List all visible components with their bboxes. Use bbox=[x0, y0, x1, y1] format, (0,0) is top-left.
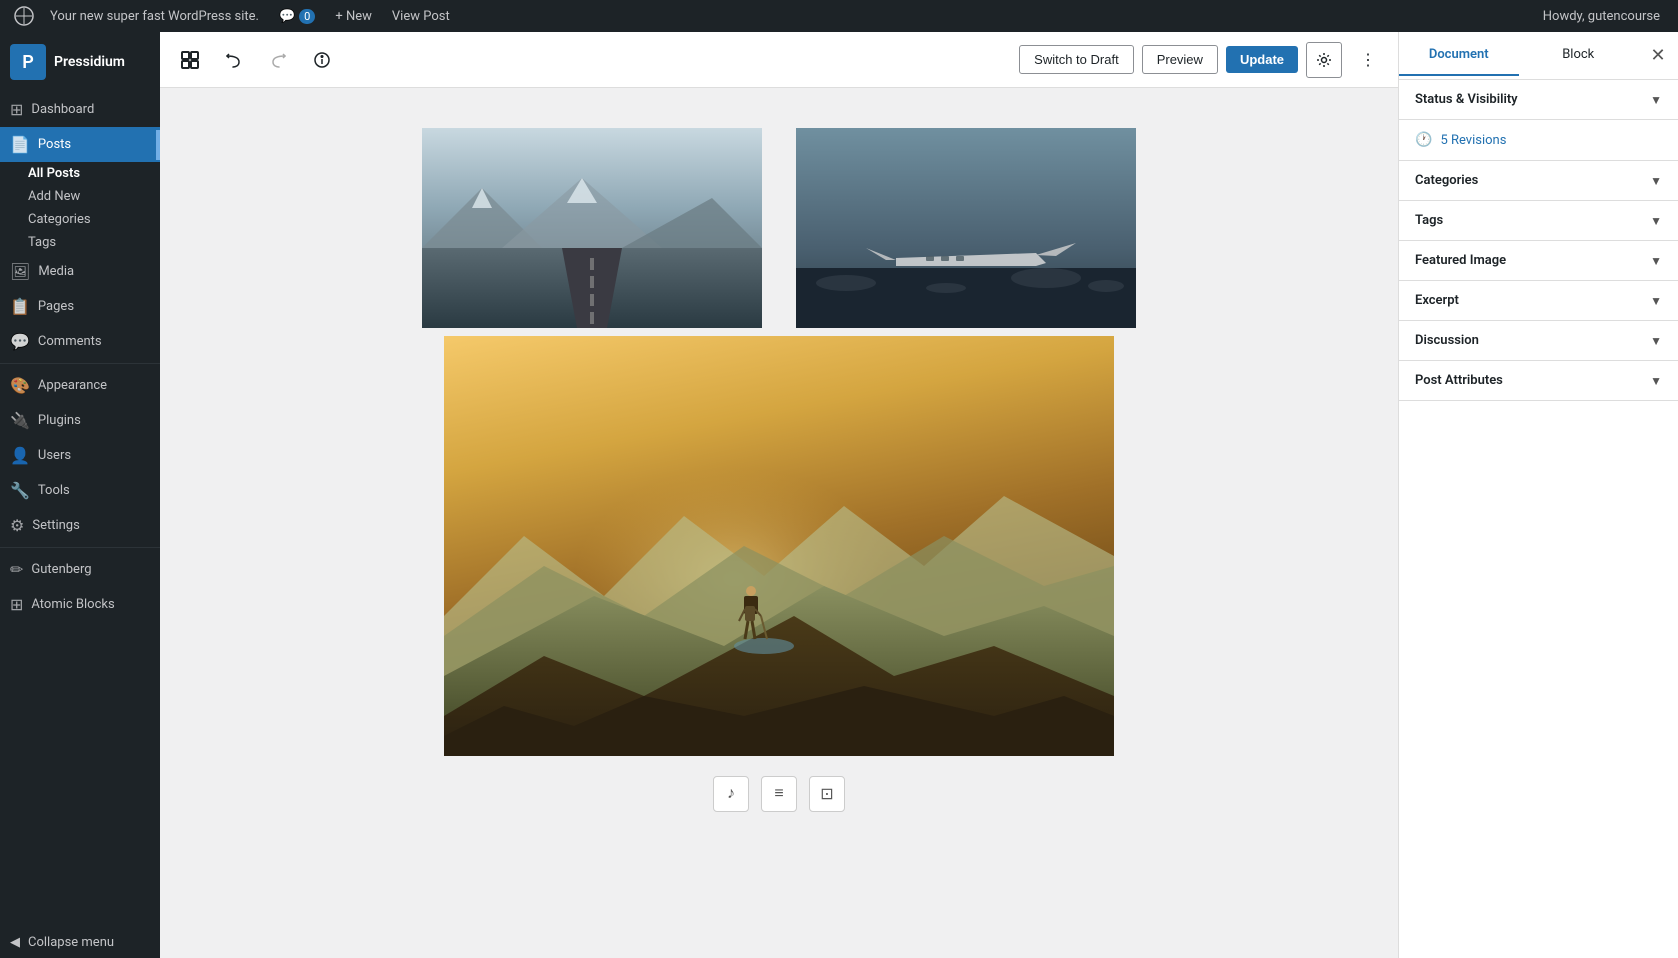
undo-button[interactable] bbox=[216, 42, 252, 78]
preview-button[interactable]: Preview bbox=[1142, 45, 1218, 74]
sidebar-sub-categories[interactable]: Categories bbox=[0, 208, 160, 231]
chevron-down-icon-6: ▼ bbox=[1650, 334, 1662, 348]
sidebar-item-pages[interactable]: 📋 Pages bbox=[0, 289, 160, 324]
gallery-image-plane bbox=[783, 128, 1149, 328]
tags-header[interactable]: Tags ▼ bbox=[1399, 201, 1678, 240]
revisions-link[interactable]: 🕐 5 Revisions bbox=[1399, 120, 1678, 160]
admin-bar-comments[interactable]: 💬 0 bbox=[269, 0, 325, 32]
atomic-blocks-icon: ⊞ bbox=[10, 595, 23, 614]
sidebar: P Pressidium ⊞ Dashboard 📄 Posts All Pos… bbox=[0, 32, 160, 958]
chevron-down-icon-2: ▼ bbox=[1650, 174, 1662, 188]
post-attributes-header[interactable]: Post Attributes ▼ bbox=[1399, 361, 1678, 400]
gallery-image-road bbox=[409, 128, 775, 328]
panel-section-discussion: Discussion ▼ bbox=[1399, 321, 1678, 361]
editor-content: ♪ ≡ ⊡ bbox=[160, 88, 1398, 958]
tab-document[interactable]: Document bbox=[1399, 35, 1519, 76]
panel-section-excerpt: Excerpt ▼ bbox=[1399, 281, 1678, 321]
editor-inner: ♪ ≡ ⊡ bbox=[409, 128, 1149, 918]
chevron-down-icon-5: ▼ bbox=[1650, 294, 1662, 308]
image-action-button[interactable]: ⊡ bbox=[809, 776, 845, 812]
sidebar-sub-tags[interactable]: Tags bbox=[0, 231, 160, 254]
excerpt-header[interactable]: Excerpt ▼ bbox=[1399, 281, 1678, 320]
admin-bar-new[interactable]: + New bbox=[325, 0, 382, 32]
panel-section-categories: Categories ▼ bbox=[1399, 161, 1678, 201]
right-panel-header: Document Block ✕ bbox=[1399, 32, 1678, 80]
admin-bar-howdy: Howdy, gutencourse bbox=[1533, 9, 1670, 24]
chevron-down-icon-4: ▼ bbox=[1650, 254, 1662, 268]
redo-button[interactable] bbox=[260, 42, 296, 78]
more-options-button[interactable]: ⋮ bbox=[1350, 42, 1386, 78]
info-button[interactable] bbox=[304, 42, 340, 78]
panel-section-post-attributes: Post Attributes ▼ bbox=[1399, 361, 1678, 401]
panel-section-status: Status & Visibility ▼ bbox=[1399, 80, 1678, 120]
status-visibility-header[interactable]: Status & Visibility ▼ bbox=[1399, 80, 1678, 119]
toolbar-right: Switch to Draft Preview Update ⋮ bbox=[1019, 42, 1386, 78]
sidebar-item-gutenberg[interactable]: ✏ Gutenberg bbox=[0, 552, 160, 587]
panel-close-button[interactable]: ✕ bbox=[1638, 36, 1678, 76]
gallery-row-top bbox=[409, 128, 1149, 328]
chevron-down-icon-3: ▼ bbox=[1650, 214, 1662, 228]
sidebar-separator-2 bbox=[0, 547, 160, 548]
editor-toolbar: Switch to Draft Preview Update ⋮ bbox=[160, 32, 1398, 88]
settings-icon: ⚙ bbox=[10, 516, 24, 535]
sidebar-item-users[interactable]: 👤 Users bbox=[0, 438, 160, 473]
sidebar-separator bbox=[0, 363, 160, 364]
add-block-button[interactable] bbox=[172, 42, 208, 78]
sidebar-item-atomic-blocks[interactable]: ⊞ Atomic Blocks bbox=[0, 587, 160, 622]
list-action-button[interactable]: ≡ bbox=[761, 776, 797, 812]
comments-icon: 💬 bbox=[10, 332, 30, 351]
sidebar-item-posts[interactable]: 📄 Posts bbox=[0, 127, 160, 162]
comment-icon: 💬 bbox=[279, 9, 295, 24]
panel-section-revisions: 🕐 5 Revisions bbox=[1399, 120, 1678, 161]
admin-bar-site[interactable]: Your new super fast WordPress site. bbox=[40, 0, 269, 32]
editor-area: Switch to Draft Preview Update ⋮ bbox=[160, 32, 1398, 958]
gutenberg-icon: ✏ bbox=[10, 560, 23, 579]
users-icon: 👤 bbox=[10, 446, 30, 465]
plugins-icon: 🔌 bbox=[10, 411, 30, 430]
pages-icon: 📋 bbox=[10, 297, 30, 316]
sidebar-item-plugins[interactable]: 🔌 Plugins bbox=[0, 403, 160, 438]
right-panel-body: Status & Visibility ▼ 🕐 5 Revisions Cate… bbox=[1399, 80, 1678, 958]
wordpress-logo[interactable] bbox=[8, 0, 40, 32]
sidebar-item-tools[interactable]: 🔧 Tools bbox=[0, 473, 160, 508]
panel-section-tags: Tags ▼ bbox=[1399, 201, 1678, 241]
dashboard-icon: ⊞ bbox=[10, 100, 23, 119]
featured-image-header[interactable]: Featured Image ▼ bbox=[1399, 241, 1678, 280]
panel-section-featured-image: Featured Image ▼ bbox=[1399, 241, 1678, 281]
gallery-actions: ♪ ≡ ⊡ bbox=[409, 776, 1149, 812]
audio-action-button[interactable]: ♪ bbox=[713, 776, 749, 812]
sidebar-item-dashboard[interactable]: ⊞ Dashboard bbox=[0, 92, 160, 127]
right-panel: Document Block ✕ Status & Visibility ▼ 🕐… bbox=[1398, 32, 1678, 958]
sidebar-brand: P Pressidium bbox=[0, 32, 160, 92]
sidebar-item-media[interactable]: 🖼 Media bbox=[0, 254, 160, 289]
sidebar-collapse[interactable]: ◀ Collapse menu bbox=[0, 927, 160, 958]
tools-icon: 🔧 bbox=[10, 481, 30, 500]
gallery-image-hiker bbox=[409, 336, 1149, 760]
appearance-icon: 🎨 bbox=[10, 376, 30, 395]
collapse-icon: ◀ bbox=[10, 935, 20, 950]
chevron-down-icon: ▼ bbox=[1650, 93, 1662, 107]
sidebar-item-comments[interactable]: 💬 Comments bbox=[0, 324, 160, 359]
sidebar-sub-add-new[interactable]: Add New bbox=[0, 185, 160, 208]
settings-button[interactable] bbox=[1306, 42, 1342, 78]
tab-block[interactable]: Block bbox=[1519, 35, 1639, 76]
posts-icon: 📄 bbox=[10, 135, 30, 154]
media-icon: 🖼 bbox=[10, 262, 30, 281]
update-button[interactable]: Update bbox=[1226, 46, 1298, 73]
admin-bar-view-post[interactable]: View Post bbox=[382, 0, 460, 32]
sidebar-item-settings[interactable]: ⚙ Settings bbox=[0, 508, 160, 543]
discussion-header[interactable]: Discussion ▼ bbox=[1399, 321, 1678, 360]
admin-bar: Your new super fast WordPress site. 💬 0 … bbox=[0, 0, 1678, 32]
switch-draft-button[interactable]: Switch to Draft bbox=[1019, 45, 1134, 74]
sidebar-sub-all-posts[interactable]: All Posts bbox=[0, 162, 160, 185]
sidebar-item-appearance[interactable]: 🎨 Appearance bbox=[0, 368, 160, 403]
chevron-down-icon-7: ▼ bbox=[1650, 374, 1662, 388]
brand-icon: P bbox=[10, 44, 46, 80]
revisions-icon: 🕐 bbox=[1415, 132, 1432, 148]
categories-header[interactable]: Categories ▼ bbox=[1399, 161, 1678, 200]
